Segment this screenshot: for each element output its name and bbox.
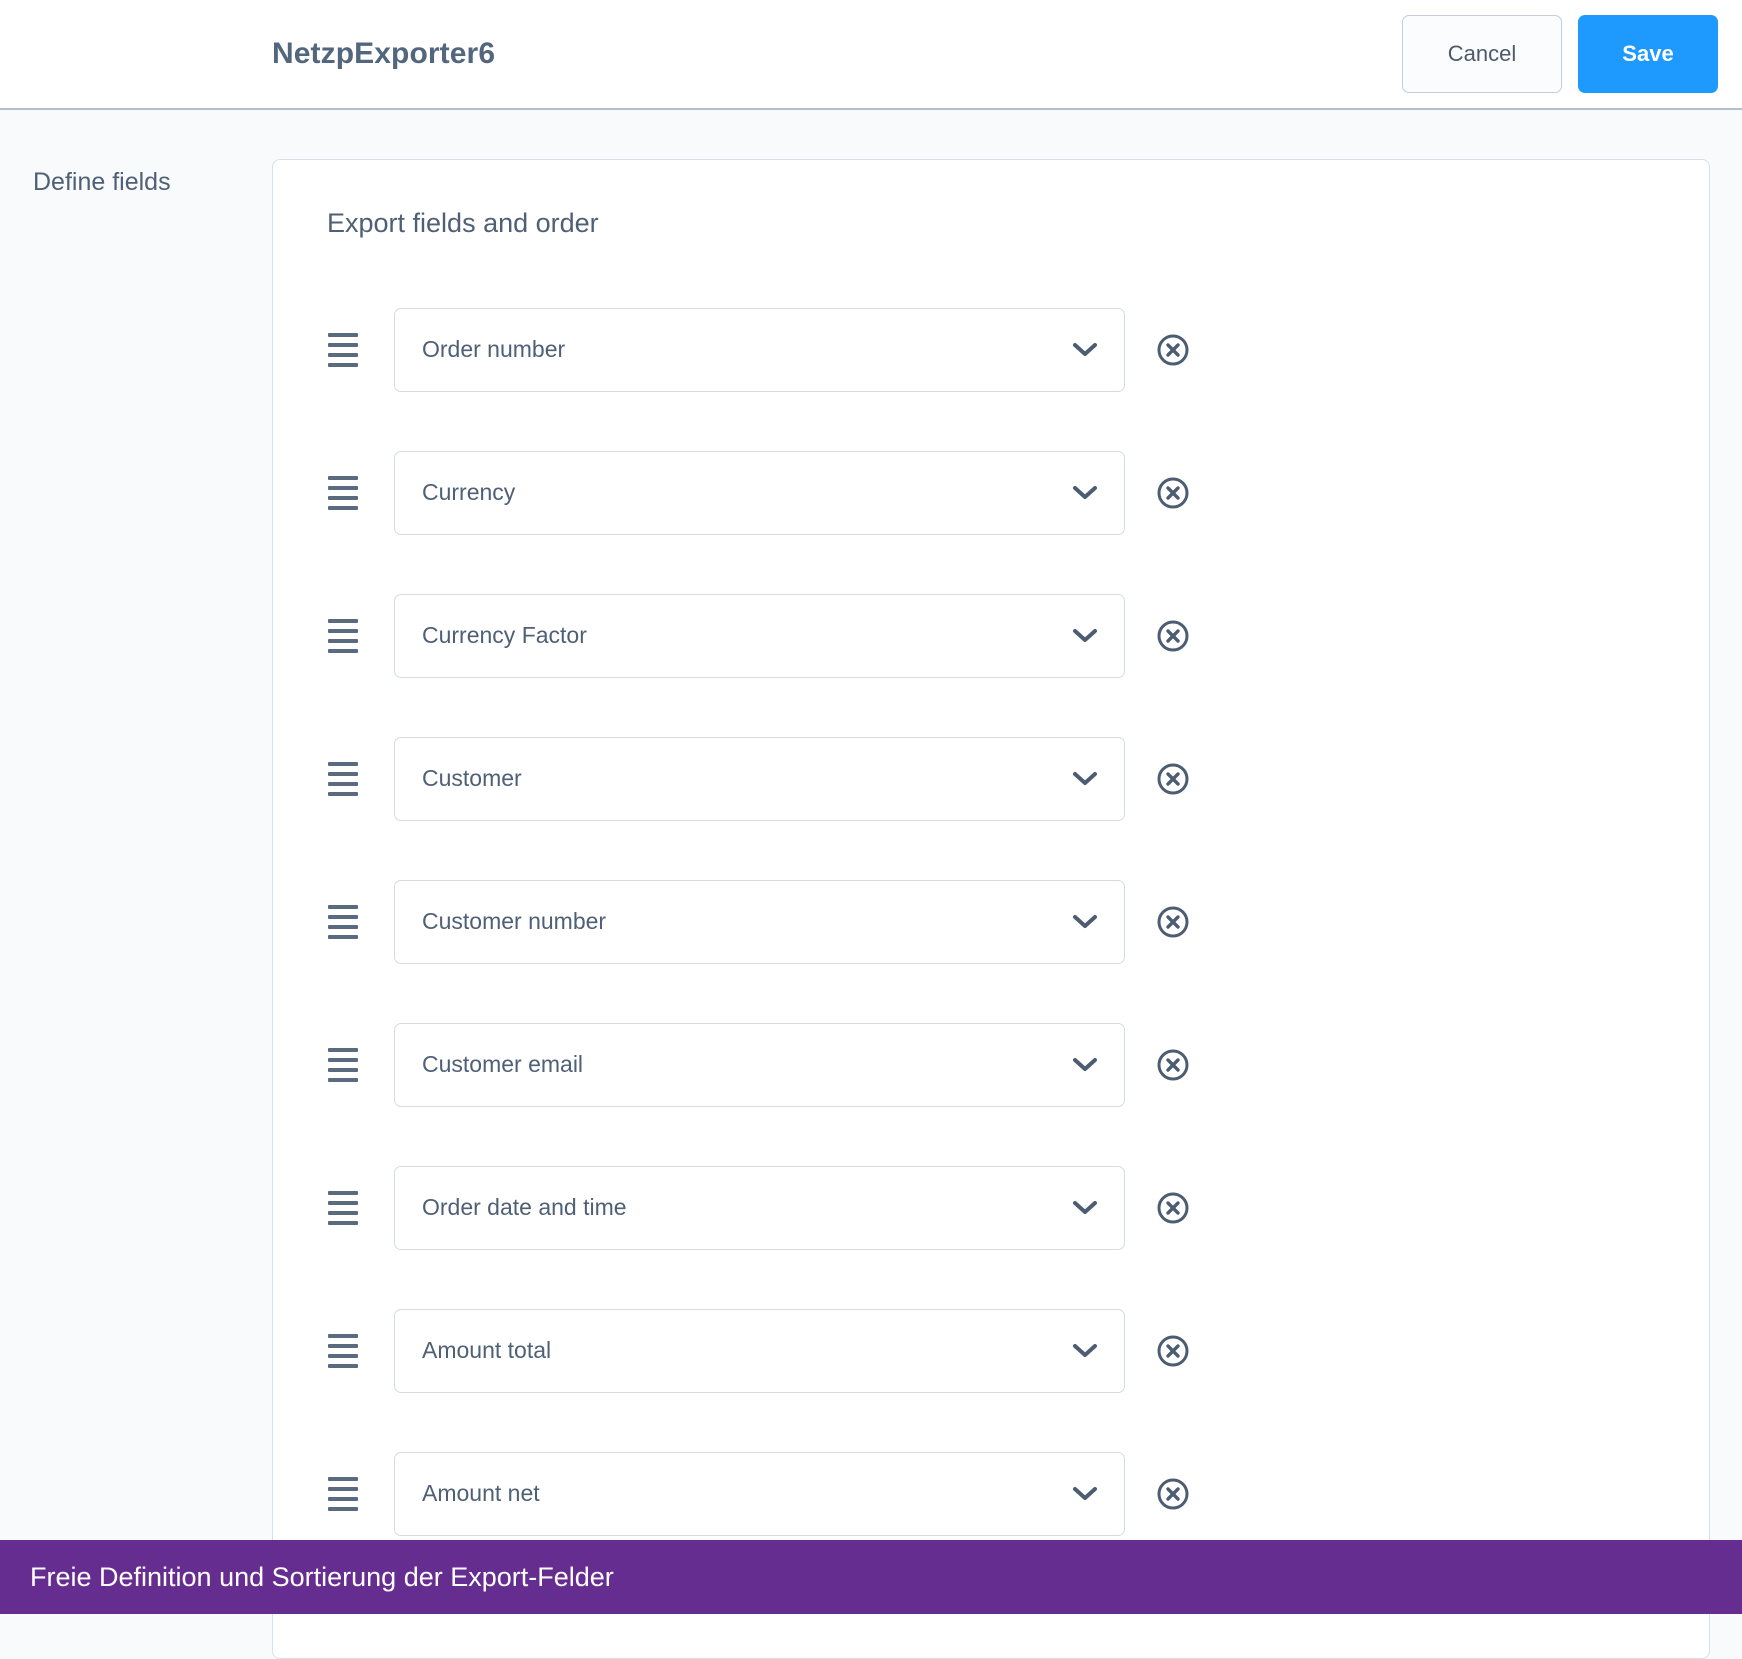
chevron-down-icon [1072,628,1098,644]
remove-circle-icon[interactable] [1156,1048,1190,1082]
field-select[interactable]: Order number [394,307,1125,392]
field-row: Currency Factor [273,564,1709,707]
field-select[interactable]: Customer number [394,879,1125,964]
chevron-down-icon [1072,485,1098,501]
card-title: Export fields and order [327,208,599,238]
drag-handle-icon[interactable] [328,1047,358,1082]
remove-circle-icon[interactable] [1156,333,1190,367]
field-select[interactable]: Currency [394,450,1125,535]
field-select-label: Currency [422,479,516,505]
footer-caption-text: Freie Definition und Sortierung der Expo… [30,1561,614,1592]
field-row: Customer email [273,993,1709,1136]
field-row: Amount total [273,1279,1709,1422]
field-select[interactable]: Customer email [394,1022,1125,1107]
field-row: Customer [273,707,1709,850]
export-fields-card: Export fields and order Order number Cur… [272,159,1710,1659]
field-select[interactable]: Amount total [394,1308,1125,1393]
field-select[interactable]: Currency Factor [394,593,1125,678]
drag-handle-icon[interactable] [328,1333,358,1368]
drag-handle-icon[interactable] [328,332,358,367]
app-header: NetzpExporter6 Cancel Save [0,0,1742,110]
field-select-label: Customer number [422,908,607,934]
field-row: Customer number [273,850,1709,993]
drag-handle-icon[interactable] [328,761,358,796]
remove-circle-icon[interactable] [1156,905,1190,939]
drag-handle-icon[interactable] [328,904,358,939]
field-select[interactable]: Customer [394,736,1125,821]
footer-caption-banner: Freie Definition und Sortierung der Expo… [0,1540,1742,1614]
remove-circle-icon[interactable] [1156,476,1190,510]
field-select-label: Order date and time [422,1194,627,1220]
page-title: NetzpExporter6 [272,37,496,70]
field-select[interactable]: Amount net [394,1451,1125,1536]
field-select-label: Customer [422,765,522,791]
export-fields-list: Order number Currency Currency Factor Cu… [273,278,1709,1565]
drag-handle-icon[interactable] [328,1190,358,1225]
field-select-label: Currency Factor [422,622,587,648]
chevron-down-icon [1072,1200,1098,1216]
remove-circle-icon[interactable] [1156,762,1190,796]
remove-circle-icon[interactable] [1156,1334,1190,1368]
field-row: Currency [273,421,1709,564]
remove-circle-icon[interactable] [1156,1477,1190,1511]
remove-circle-icon[interactable] [1156,619,1190,653]
save-button[interactable]: Save [1578,15,1718,93]
field-select[interactable]: Order date and time [394,1165,1125,1250]
field-select-label: Customer email [422,1051,584,1077]
cancel-button[interactable]: Cancel [1402,15,1562,93]
field-select-label: Order number [422,336,566,362]
define-fields-label: Define fields [33,168,171,196]
field-select-label: Amount net [422,1480,540,1506]
field-row: Order number [273,278,1709,421]
field-select-label: Amount total [422,1337,552,1363]
header-actions: Cancel Save [1402,15,1718,93]
drag-handle-icon[interactable] [328,618,358,653]
chevron-down-icon [1072,914,1098,930]
chevron-down-icon [1072,1486,1098,1502]
chevron-down-icon [1072,1343,1098,1359]
remove-circle-icon[interactable] [1156,1191,1190,1225]
drag-handle-icon[interactable] [328,475,358,510]
chevron-down-icon [1072,1057,1098,1073]
drag-handle-icon[interactable] [328,1476,358,1511]
field-row: Order date and time [273,1136,1709,1279]
page-body: Define fields Export fields and order Or… [0,110,1742,1659]
chevron-down-icon [1072,771,1098,787]
chevron-down-icon [1072,342,1098,358]
